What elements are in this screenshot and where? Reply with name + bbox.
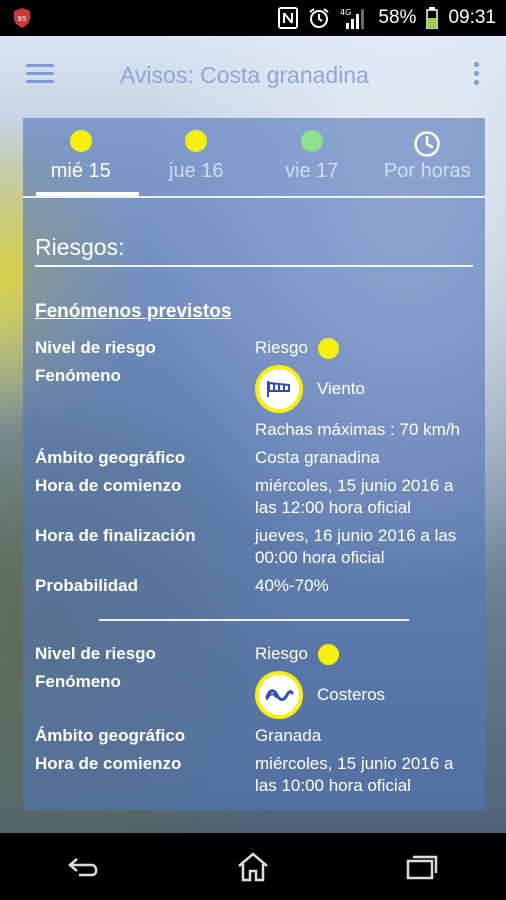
wind-icon <box>255 365 303 413</box>
nfc-icon <box>278 7 299 29</box>
warning-divider <box>99 619 409 621</box>
back-icon <box>68 857 98 876</box>
fin-row: Hora de finalización jueves, 16 junio 20… <box>35 525 473 569</box>
riesgos-heading: Riesgos: <box>35 234 473 267</box>
ambito-label: Ámbito geográfico <box>35 726 186 745</box>
page-title: Avisos: Costa granadina <box>120 62 369 88</box>
comienzo-label: Hora de comienzo <box>35 754 182 773</box>
home-button[interactable] <box>223 842 283 892</box>
system-nav-bar <box>0 833 506 900</box>
rachas-text: Rachas máximas : 70 km/h <box>255 420 461 439</box>
ambito-row: Ámbito geográfico Granada <box>35 725 473 747</box>
svg-text:95: 95 <box>18 15 27 23</box>
comienzo-label: Hora de comienzo <box>35 476 182 495</box>
fenomeno-text: Viento <box>317 379 365 398</box>
fenomeno-row: Fenómeno Viento <box>35 365 473 413</box>
comienzo-row: Hora de comienzo miércoles, 15 junio 201… <box>35 475 473 519</box>
ambito-label: Ámbito geográfico <box>35 448 186 467</box>
tab-vie-17[interactable]: vie 17 <box>254 118 370 198</box>
toolbar: Avisos: Costa granadina <box>0 36 506 116</box>
risk-dot-icon <box>300 130 323 152</box>
recent-apps-button[interactable] <box>392 842 452 892</box>
fenomeno-value: Viento <box>255 365 473 413</box>
nivel-value: Riesgo <box>255 643 473 665</box>
probabilidad-label: Probabilidad <box>35 576 138 595</box>
risk-dot-icon <box>69 130 92 152</box>
overflow-menu-icon[interactable] <box>472 62 480 90</box>
svg-text:4G: 4G <box>340 8 351 17</box>
nivel-text: Riesgo <box>255 338 308 357</box>
warnings-content: Riesgos: Fenómenos previstos Nivel de ri… <box>23 198 485 797</box>
tab-jue-16[interactable]: jue 16 <box>139 118 255 198</box>
hamburger-menu-icon[interactable] <box>26 64 54 84</box>
detalle-row: Rachas máximas : 70 km/h <box>35 419 473 441</box>
fin-value: jueves, 16 junio 2016 a las 00:00 hora o… <box>255 526 457 567</box>
ambito-value: Granada <box>255 726 322 745</box>
comienzo-value: miércoles, 15 junio 2016 a las 12:00 hor… <box>255 476 454 517</box>
clock-time: 09:31 <box>448 7 496 28</box>
nivel-text: Riesgo <box>255 644 308 663</box>
risk-yellow-dot-icon <box>317 337 339 359</box>
ambito-value: Costa granadina <box>255 448 380 467</box>
nivel-row: Nivel de riesgo Riesgo <box>35 643 473 665</box>
fin-label: Hora de finalización <box>35 526 196 545</box>
nivel-row: Nivel de riesgo Riesgo <box>35 337 473 359</box>
probabilidad-row: Probabilidad 40%-70% <box>35 575 473 597</box>
app-content: Avisos: Costa granadina mié 15 jue 16 vi… <box>0 36 506 833</box>
nivel-label: Nivel de riesgo <box>35 644 156 663</box>
tab-mie-15[interactable]: mié 15 <box>23 118 139 198</box>
tab-por-horas[interactable]: Por horas <box>370 118 486 198</box>
battery-icon <box>426 7 439 29</box>
tab-label: mié 15 <box>50 160 111 182</box>
clock-icon <box>414 131 440 157</box>
signal-icon: 4G <box>340 7 368 29</box>
fenomeno-label: Fenómeno <box>35 672 121 691</box>
nivel-value: Riesgo <box>255 337 473 359</box>
risk-dot-icon <box>185 130 208 152</box>
home-icon <box>238 851 268 881</box>
ambito-row: Ámbito geográfico Costa granadina <box>35 447 473 469</box>
fenomeno-text: Costeros <box>317 685 386 704</box>
comienzo-row: Hora de comienzo miércoles, 15 junio 201… <box>35 753 473 797</box>
wave-icon <box>255 671 303 719</box>
fenomeno-label: Fenómeno <box>35 366 121 385</box>
day-tabs: mié 15 jue 16 vie 17 Por horas <box>23 118 485 198</box>
fenomeno-value: Costeros <box>255 671 473 719</box>
fenomenos-heading: Fenómenos previstos <box>35 301 232 322</box>
tab-label: vie 17 <box>285 160 339 182</box>
risk-yellow-dot-icon <box>317 643 339 665</box>
fenomeno-row: Fenómeno Costeros <box>35 671 473 719</box>
status-bar: 95 4G 58% 09:31 <box>0 0 506 36</box>
tab-label: Por horas <box>383 160 471 182</box>
tab-label: jue 16 <box>169 160 224 182</box>
probabilidad-value: 40%-70% <box>255 576 329 595</box>
comienzo-value: miércoles, 15 junio 2016 a las 10:00 hor… <box>255 754 454 795</box>
battery-percent: 58% <box>378 7 417 28</box>
recent-apps-icon <box>406 855 437 879</box>
nivel-label: Nivel de riesgo <box>35 338 156 357</box>
warnings-panel: mié 15 jue 16 vie 17 Por horas Riesgos: … <box>23 118 485 810</box>
back-button[interactable] <box>54 842 114 892</box>
alarm-icon <box>308 7 330 29</box>
security-shield-icon: 95 <box>14 8 30 28</box>
